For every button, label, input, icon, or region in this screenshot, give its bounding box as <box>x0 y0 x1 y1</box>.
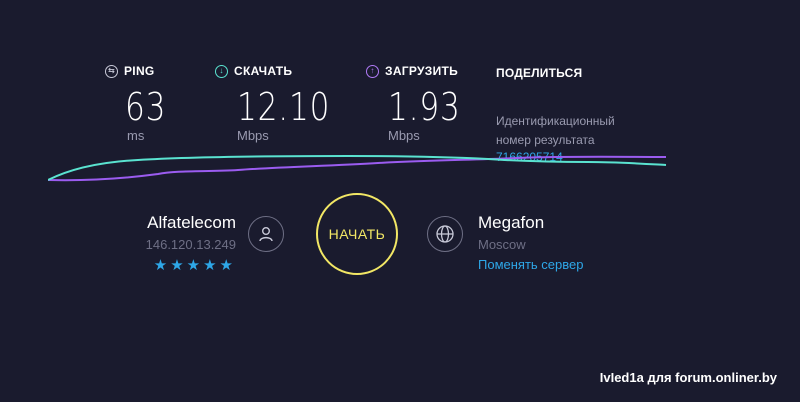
share-link[interactable]: ПОДЕЛИТЬСЯ <box>496 66 582 80</box>
ping-metric: ⇆ PING 63 ms <box>105 64 175 143</box>
speed-graph <box>48 154 667 182</box>
isp-user-button[interactable] <box>248 216 284 252</box>
start-button-label: НАЧАТЬ <box>328 226 386 242</box>
globe-icon <box>436 225 454 243</box>
server-city: Moscow <box>478 237 526 252</box>
ping-header: ⇆ PING <box>105 64 175 78</box>
upload-label: ЗАГРУЗИТЬ <box>385 64 459 78</box>
ping-value: 63 <box>125 85 167 129</box>
isp-info: Alfatelecom 146.120.13.249 ★★★★★ <box>146 213 236 274</box>
server-info: Megafon Moscow Поменять сервер <box>478 213 583 272</box>
change-server-link[interactable]: Поменять сервер <box>478 257 583 272</box>
ping-label: PING <box>124 64 155 78</box>
upload-arrow-icon: ↑ <box>366 64 379 78</box>
download-arrow-icon: ↓ <box>215 64 228 78</box>
start-button[interactable]: НАЧАТЬ <box>316 193 398 275</box>
download-metric: ↓ СКАЧАТЬ 12.10 Mbps <box>215 64 351 143</box>
download-header: ↓ СКАЧАТЬ <box>215 64 351 78</box>
download-value: 12.10 <box>237 85 331 129</box>
upload-value: 1.93 <box>388 85 461 129</box>
isp-ip: 146.120.13.249 <box>145 237 236 252</box>
upload-metric: ↑ ЗАГРУЗИТЬ 1.93 Mbps <box>366 64 477 143</box>
isp-rating-stars[interactable]: ★★★★★ <box>146 256 236 274</box>
ping-icon: ⇆ <box>105 64 118 78</box>
download-label: СКАЧАТЬ <box>234 64 293 78</box>
server-name: Megafon <box>478 213 545 232</box>
server-globe-button[interactable] <box>427 216 463 252</box>
upload-header: ↑ ЗАГРУЗИТЬ <box>366 64 477 78</box>
user-icon <box>259 227 273 242</box>
watermark: IvIed1a для forum.onliner.by <box>599 370 777 385</box>
isp-name: Alfatelecom <box>147 213 236 232</box>
